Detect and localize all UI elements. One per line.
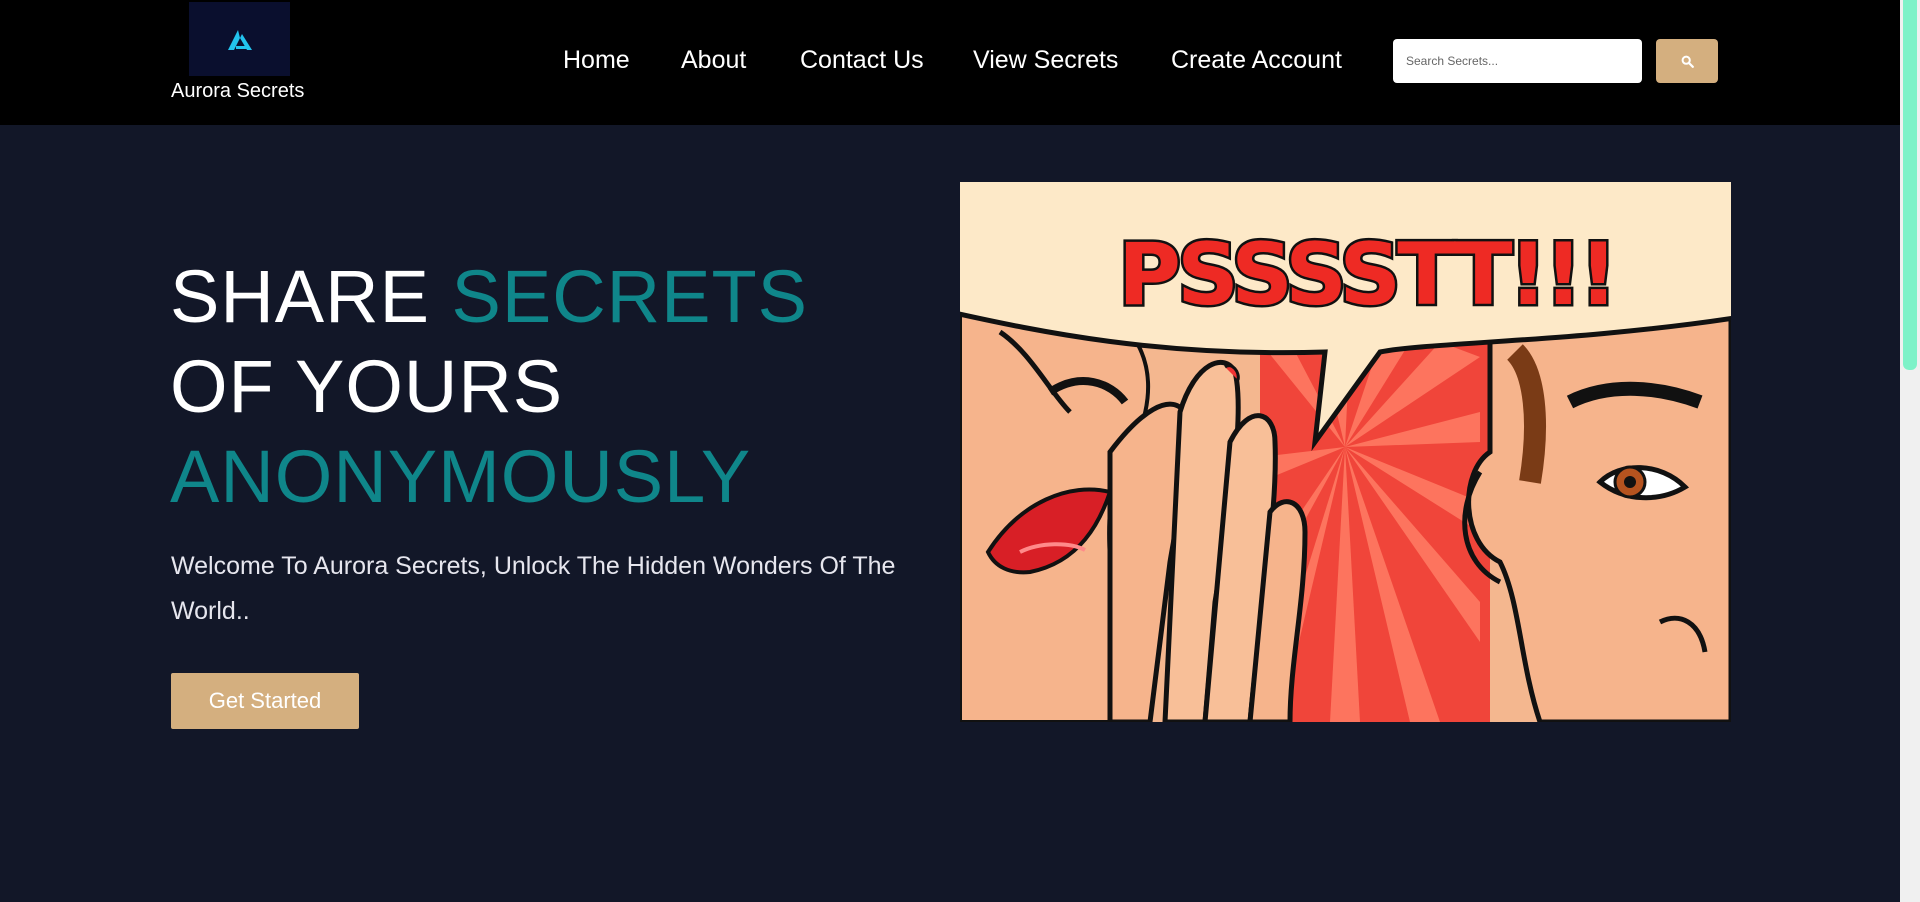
pssst-caption: PSSSSTT!!!: [1118, 225, 1614, 325]
search-button[interactable]: [1656, 39, 1718, 83]
scrollbar-thumb[interactable]: [1903, 0, 1917, 370]
hero-subtitle: Welcome To Aurora Secrets, Unlock The Hi…: [171, 552, 896, 625]
navbar: Aurora Secrets Home About Contact Us Vie…: [0, 0, 1900, 125]
search-input[interactable]: [1393, 39, 1642, 83]
search-icon: [1681, 55, 1694, 68]
hero-title-part2: OF YOURS: [170, 345, 564, 428]
hero-title-part1: SHARE: [170, 255, 452, 338]
nav-home[interactable]: Home: [563, 40, 630, 80]
hero-illustration: PSSSSTT!!!: [960, 182, 1731, 722]
hero-title-highlight-secrets: SECRETS: [451, 255, 809, 338]
aurora-logo-icon: [228, 30, 252, 50]
hero-title: SHARE SECRETS OF YOURS ANONYMOUSLY: [170, 252, 930, 522]
brand-name[interactable]: Aurora Secrets: [171, 78, 304, 104]
whisper-illustration: PSSSSTT!!!: [960, 182, 1731, 722]
nav-create-account[interactable]: Create Account: [1171, 40, 1342, 80]
hero-title-highlight-anonymously: ANONYMOUSLY: [170, 435, 752, 518]
get-started-button[interactable]: Get Started: [171, 673, 359, 729]
logo[interactable]: [189, 2, 290, 76]
nav-about[interactable]: About: [681, 40, 746, 80]
nav-contact-us[interactable]: Contact Us: [800, 40, 924, 80]
nav-view-secrets[interactable]: View Secrets: [973, 40, 1118, 80]
